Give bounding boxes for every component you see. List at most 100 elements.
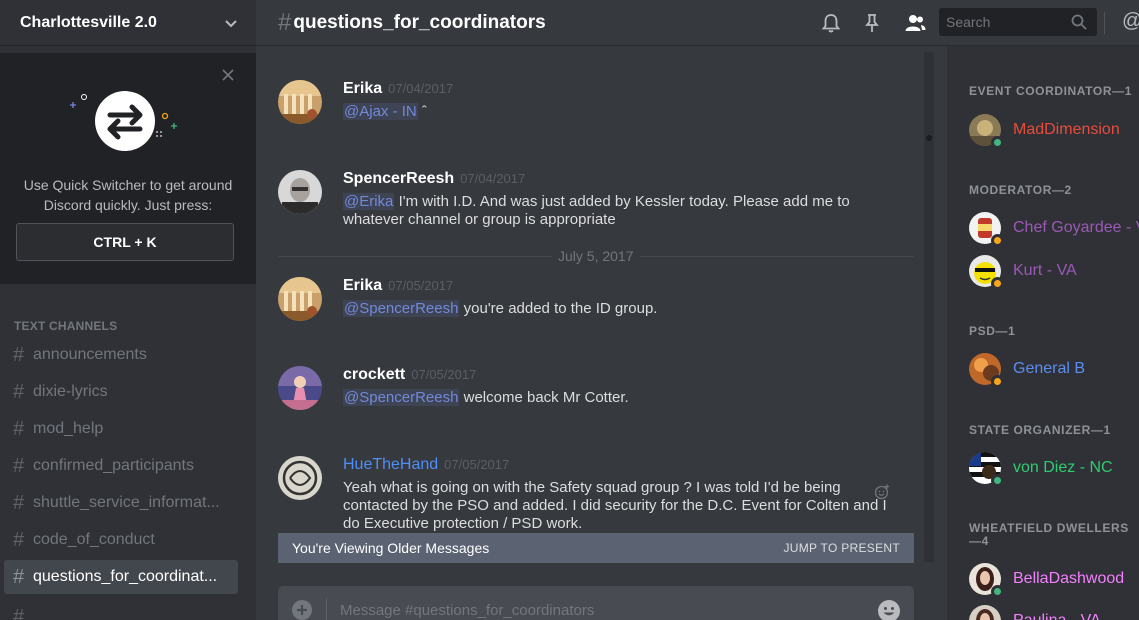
mentions-at-icon[interactable]: @ [1122, 10, 1139, 33]
hash-icon: # [13, 417, 25, 440]
member-item[interactable]: General B [969, 352, 1139, 388]
message-author[interactable]: HueTheHand [343, 456, 438, 474]
message-body: SpencerReesh 07/04/2017 @Erika I'm with I… [343, 170, 903, 229]
online-status-icon [991, 136, 1004, 149]
avatar [969, 212, 1004, 247]
user-mention[interactable]: @SpencerReesh [343, 389, 460, 406]
date-divider: July 5, 2017 [552, 248, 640, 264]
avatar-huethehand[interactable] [278, 456, 322, 500]
member-name: General B [1013, 360, 1086, 377]
scrollbar-thumb[interactable] [926, 135, 932, 141]
message-text: Yeah what is going on with the Safety sq… [343, 479, 887, 532]
add-reaction-icon[interactable] [874, 484, 890, 500]
message-text: @Ajax - IN ˆ [343, 103, 427, 120]
message-text: @Erika I'm with I.D. And was just added … [343, 193, 850, 228]
avatar [969, 114, 1004, 149]
message-body: HueTheHand 07/05/2017 Yeah what is going … [343, 456, 903, 533]
member-item[interactable]: von Diez - NC [969, 451, 1139, 487]
emoji-picker-icon[interactable] [877, 599, 901, 620]
close-icon[interactable] [221, 68, 235, 82]
search-placeholder: Search [946, 14, 991, 30]
quick-switcher-tip: Use Quick Switcher to get around Discord… [0, 53, 256, 284]
avatar [969, 255, 1004, 290]
message-author[interactable]: Erika [343, 277, 382, 295]
message-timestamp: 07/05/2017 [411, 367, 477, 382]
channel-announcements[interactable]: # announcements [4, 338, 238, 372]
avatar [969, 452, 1004, 487]
quick-switcher-text: Use Quick Switcher to get around Discord… [23, 177, 233, 213]
avatar-erika[interactable] [278, 80, 322, 124]
pin-icon[interactable] [861, 12, 883, 34]
message-composer [278, 586, 914, 620]
server-name: Charlottesville 2.0 [20, 13, 157, 31]
member-group-header: PSD—1 [969, 324, 1016, 338]
message-body: crockett 07/05/2017 @SpencerReesh welcome… [343, 366, 903, 407]
channel-code-of-conduct[interactable]: # code_of_conduct [4, 523, 238, 557]
member-list: EVENT COORDINATOR—1 MadDimension MODERAT… [947, 46, 1139, 620]
member-name: Kurt - VA [1013, 262, 1077, 279]
server-header[interactable]: Charlottesville 2.0 [0, 0, 256, 46]
older-messages-bar: You're Viewing Older Messages JUMP TO PR… [278, 533, 914, 563]
members-icon[interactable] [902, 12, 928, 34]
avatar-crockett[interactable] [278, 366, 322, 410]
bell-icon[interactable] [820, 12, 842, 34]
composer-divider [326, 598, 327, 620]
search-input[interactable]: Search [939, 8, 1097, 36]
message-timestamp: 07/04/2017 [460, 171, 526, 186]
member-name: Paulina - VA [1013, 612, 1101, 620]
channel-dixie-lyrics[interactable]: # dixie-lyrics [4, 375, 238, 409]
hash-icon: # [13, 565, 25, 588]
avatar-image [969, 605, 1001, 620]
avatar-erika[interactable] [278, 277, 322, 321]
jump-to-present-button[interactable]: JUMP TO PRESENT [783, 541, 900, 555]
text-channels-category[interactable]: TEXT CHANNELS [14, 319, 117, 333]
header-divider [1104, 12, 1105, 34]
channel-partial-hidden[interactable]: # [4, 600, 238, 620]
member-group-header: EVENT COORDINATOR—1 [969, 84, 1132, 98]
upload-plus-icon[interactable] [291, 599, 313, 620]
user-mention[interactable]: @Erika [343, 193, 395, 210]
member-group-header: STATE ORGANIZER—1 [969, 423, 1111, 437]
idle-status-icon [991, 375, 1004, 388]
message-author[interactable]: Erika [343, 80, 382, 98]
hash-icon: # [13, 491, 25, 514]
message-body: Erika 07/05/2017 @SpencerReesh you're add… [343, 277, 903, 318]
member-group-header: MODERATOR—2 [969, 183, 1072, 197]
member-item[interactable]: Paulina - VA [969, 604, 1139, 620]
member-item[interactable]: MadDimension [969, 113, 1139, 149]
hash-icon: # [13, 605, 25, 620]
message-scrollbar[interactable] [924, 52, 934, 562]
search-icon [1071, 14, 1087, 30]
member-item[interactable]: Kurt - VA [969, 254, 1139, 290]
channel-confirmed-participants[interactable]: # confirmed_participants [4, 449, 238, 483]
online-status-icon [991, 474, 1004, 487]
channel-mod-help[interactable]: # mod_help [4, 412, 238, 446]
message-timestamp: 07/05/2017 [444, 457, 510, 472]
hash-icon: # [13, 380, 25, 403]
header-toolbar [820, 0, 947, 46]
chevron-down-icon [225, 19, 237, 27]
member-item[interactable]: Chef Goyardee - VA [969, 211, 1139, 247]
channel-title: questions_for_coordinators [293, 11, 546, 33]
message-input[interactable] [340, 599, 840, 620]
message-author[interactable]: crockett [343, 366, 405, 384]
channel-shuttle-service[interactable]: # shuttle_service_informat... [4, 486, 238, 520]
quick-switcher-shortcut-button[interactable]: CTRL + K [16, 223, 234, 261]
message-text: @SpencerReesh welcome back Mr Cotter. [343, 389, 629, 406]
message-text: @SpencerReesh you're added to the ID gro… [343, 300, 658, 317]
user-mention[interactable]: @SpencerReesh [343, 300, 460, 317]
member-name: BellaDashwood [1013, 570, 1125, 587]
channel-questions-for-coordinators[interactable]: # questions_for_coordinat... [4, 560, 238, 594]
avatar-spencerreesh[interactable] [278, 170, 322, 214]
avatar [969, 353, 1004, 388]
member-name: MadDimension [1013, 121, 1120, 138]
hash-icon: # [13, 454, 25, 477]
member-item[interactable]: BellaDashwood [969, 562, 1139, 598]
message-author[interactable]: SpencerReesh [343, 170, 454, 188]
older-messages-label: You're Viewing Older Messages [292, 540, 490, 556]
idle-status-icon [991, 234, 1004, 247]
member-name: von Diez - NC [1013, 459, 1113, 476]
idle-status-icon [991, 277, 1004, 290]
hash-icon: # [278, 8, 292, 36]
user-mention[interactable]: @Ajax - IN [343, 103, 418, 120]
